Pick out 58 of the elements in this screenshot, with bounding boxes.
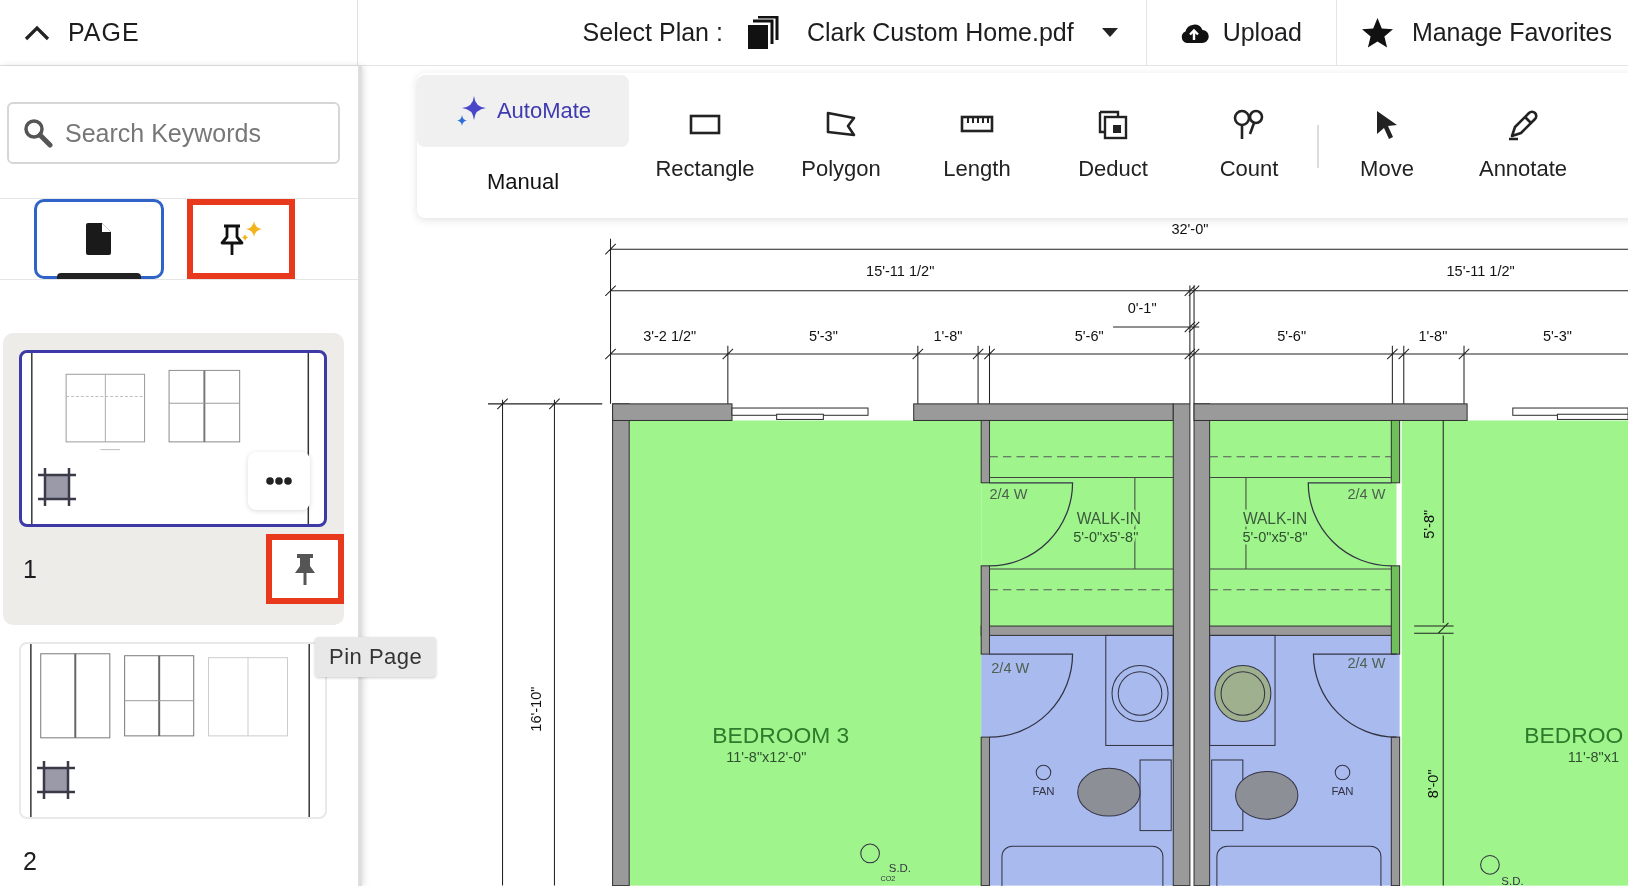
annotate-tool-button[interactable]: Annotate <box>1455 73 1591 218</box>
fixture-label: S.D. <box>888 862 911 875</box>
dimension-label: 1'-8" <box>1418 327 1448 344</box>
area-icon <box>38 468 76 506</box>
automate-tab[interactable]: AutoMate <box>417 75 629 147</box>
dropdown-caret-icon[interactable] <box>1101 27 1118 38</box>
rectangle-tool-button[interactable]: Rectangle <box>637 73 773 218</box>
dimension-label: 16'-10" <box>527 686 544 732</box>
plan-select[interactable]: Clark Custom Home.pdf <box>806 18 1074 47</box>
room-label: BEDROO <box>1524 722 1624 749</box>
page-card[interactable]: 1 <box>3 333 344 625</box>
dimension-label: 3'-2 1/2" <box>643 327 697 344</box>
pages-tab[interactable] <box>34 199 164 279</box>
dimension-label: 8'-0" <box>1425 769 1442 799</box>
more-icon <box>266 477 292 485</box>
collapse-chevron-icon[interactable] <box>24 24 50 41</box>
room-label: BEDROOM 3 <box>712 722 850 749</box>
page-number: 1 <box>23 554 37 584</box>
count-tool-button[interactable]: Count <box>1181 73 1317 218</box>
star-icon <box>1360 16 1394 49</box>
dimension-label: 0'-1" <box>1127 299 1157 316</box>
tooltip: Pin Page <box>315 637 437 677</box>
pin-button[interactable] <box>266 534 344 604</box>
fixture-label: CO2 <box>880 874 896 884</box>
fixture-label: FAN <box>1032 785 1055 798</box>
door-label: 2/4 W <box>1347 654 1386 671</box>
page-number: 2 <box>23 846 37 876</box>
search-field[interactable]: Search Keywords <box>7 102 340 164</box>
fixture-label: S.D. <box>1501 874 1524 886</box>
pin-icon <box>294 552 316 586</box>
door-label: 2/4 W <box>991 659 1030 676</box>
area-icon <box>37 761 75 799</box>
more-button[interactable] <box>248 452 310 510</box>
deduct-tool-button[interactable]: Deduct <box>1045 73 1181 218</box>
panel-title: PAGE <box>68 18 140 47</box>
dimension-label: 1'-8" <box>933 327 963 344</box>
dimension-label: 5'-6" <box>1074 327 1104 344</box>
move-tool-button[interactable]: Move <box>1319 73 1455 218</box>
dimension-label: 5'-3" <box>808 327 838 344</box>
dimension-label: 5'-3" <box>1543 327 1572 344</box>
fixture-label: FAN <box>1331 785 1354 798</box>
pins-icon <box>1232 107 1266 142</box>
dimension-label: 15'-11 1/2" <box>866 263 935 280</box>
door-label: 2/4 W <box>989 486 1028 503</box>
dimension-label: 32'-0" <box>1171 220 1209 237</box>
plan-label: Select Plan : <box>582 18 723 47</box>
room-size-label: 11'-8"x1 <box>1567 749 1620 766</box>
manual-tab[interactable]: Manual <box>417 146 629 218</box>
document-icon <box>86 223 112 255</box>
pinned-tab[interactable] <box>187 199 295 279</box>
dimension-label: 15'-11 1/2" <box>1446 263 1515 280</box>
length-tool-button[interactable]: Length <box>909 73 1045 218</box>
dimension-label: 5'-6" <box>1277 327 1307 344</box>
room-size-label: 11'-8"x12'-0" <box>726 749 807 766</box>
dimension-label: 5'-8" <box>1420 509 1437 539</box>
polygon-tool-button[interactable]: Polygon <box>773 73 909 218</box>
door-label: 2/4 W <box>1347 486 1386 503</box>
documents-icon <box>746 15 779 50</box>
